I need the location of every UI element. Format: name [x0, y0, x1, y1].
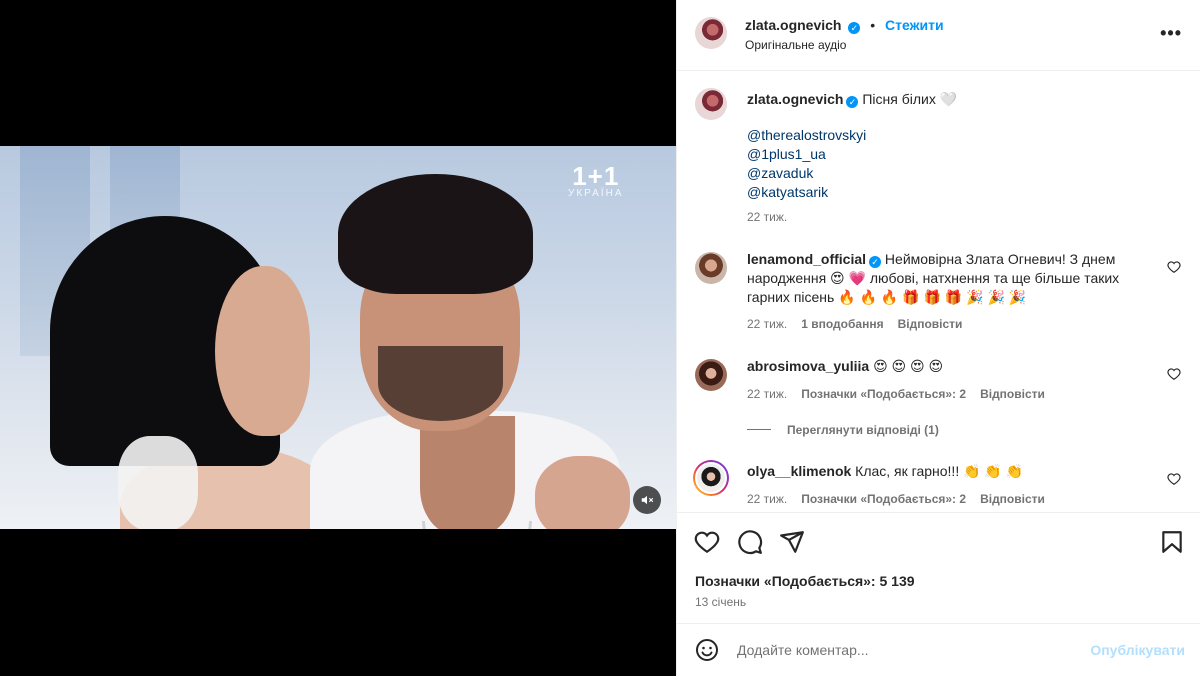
reply-button[interactable]: Відповісти: [898, 317, 963, 331]
caption-username[interactable]: zlata.ognevich: [747, 91, 843, 107]
view-replies-label: Переглянути відповіді (1): [787, 423, 939, 437]
comment-body: olya__klimenok Клас, як гарно!!! 👏 👏 👏: [747, 462, 1157, 481]
likes-count[interactable]: Позначки «Подобається»: 5 139: [695, 573, 915, 589]
comment-icon[interactable]: [737, 529, 763, 555]
comment-body: lenamond_official ✓ Неймовірна Злата Огне…: [747, 250, 1157, 307]
comment-time[interactable]: 22 тиж.: [747, 317, 787, 331]
caption-text-line: zlata.ognevich ✓ Пісня білих 🤍: [747, 90, 1157, 109]
publish-button[interactable]: Опублікувати: [1090, 642, 1185, 658]
mention-link[interactable]: @therealostrovskyi: [747, 126, 866, 145]
reply-button[interactable]: Відповісти: [980, 387, 1045, 401]
comment-text: 😍 😍 😍 😍: [873, 358, 944, 374]
verified-badge-icon: ✓: [848, 22, 861, 34]
comment-item: lenamond_official ✓ Неймовірна Злата Огне…: [695, 250, 1185, 332]
comment-meta: 22 тиж. 1 вподобання Відповісти: [747, 317, 962, 331]
video-figure-man-hair: [338, 174, 533, 294]
video-figure-woman-face: [215, 266, 310, 436]
media-area: 1+1 УКРАЇНА: [0, 0, 676, 676]
video-figure-man-neck: [420, 416, 515, 529]
like-comment-heart-icon[interactable]: [1167, 367, 1181, 381]
comment-input[interactable]: Додайте коментар...: [737, 642, 869, 658]
comment-likes[interactable]: Позначки «Подобається»: 2: [801, 492, 966, 506]
comment-likes[interactable]: Позначки «Подобається»: 2: [801, 387, 966, 401]
comment-meta: 22 тиж. Позначки «Подобається»: 2 Відповіс…: [747, 387, 1045, 401]
story-ring[interactable]: [693, 460, 729, 496]
caption-time[interactable]: 22 тиж.: [747, 210, 787, 224]
channel-logo-sub: УКРАЇНА: [568, 188, 624, 199]
comment-text: Клас, як гарно!!! 👏 👏 👏: [855, 463, 1024, 479]
video-necklace: [422, 521, 532, 529]
author-avatar[interactable]: [695, 17, 727, 49]
like-comment-heart-icon[interactable]: [1167, 472, 1181, 486]
author-username[interactable]: zlata.ognevich: [745, 17, 841, 33]
commenter-avatar[interactable]: [695, 359, 727, 391]
mention-link[interactable]: @1plus1_ua: [747, 145, 866, 164]
post-date[interactable]: 13 січень: [695, 595, 746, 609]
commenter-avatar[interactable]: [695, 252, 727, 284]
mention-link[interactable]: @katyatsarik: [747, 183, 866, 202]
verified-badge-icon: ✓: [869, 256, 882, 268]
separator-bullet: •: [870, 17, 876, 33]
reply-button[interactable]: Відповісти: [980, 492, 1045, 506]
replies-divider: [747, 429, 771, 430]
bookmark-icon[interactable]: [1159, 529, 1185, 555]
audio-label[interactable]: Оригінальне аудіо: [745, 38, 846, 52]
comment-item: abrosimova_yuliia 😍 😍 😍 😍 22 тиж. Позначк…: [695, 357, 1185, 437]
post-side-panel: zlata.ognevich ✓ • Стежити Оригінальне а…: [676, 0, 1200, 676]
comment-username[interactable]: lenamond_official: [747, 251, 866, 267]
comment-meta: 22 тиж. Позначки «Подобається»: 2 Відповіс…: [747, 492, 1045, 506]
more-options-icon[interactable]: •••: [1160, 23, 1182, 44]
comment-composer: Додайте коментар... Опублікувати: [677, 623, 1200, 676]
mention-link[interactable]: @zavaduk: [747, 164, 866, 183]
author-line: zlata.ognevich ✓ • Стежити: [745, 17, 944, 34]
caption: zlata.ognevich ✓ Пісня білих 🤍 @therealos…: [695, 88, 1185, 228]
caption-mentions: @therealostrovskyi @1plus1_ua @zavaduk @…: [747, 126, 866, 202]
speaker-muted-icon: [641, 495, 654, 505]
comment-time[interactable]: 22 тиж.: [747, 387, 787, 401]
follow-button[interactable]: Стежити: [885, 17, 944, 33]
post-actions: Позначки «Подобається»: 5 139 13 січень: [677, 512, 1200, 622]
post-header: zlata.ognevich ✓ • Стежити Оригінальне а…: [677, 0, 1200, 71]
channel-logo: 1+1 УКРАЇНА: [568, 161, 624, 199]
channel-logo-main: 1+1: [572, 161, 620, 191]
commenter-avatar: [695, 462, 727, 494]
comment-time[interactable]: 22 тиж.: [747, 492, 787, 506]
comment-username[interactable]: olya__klimenok: [747, 463, 851, 479]
video-glove: [118, 436, 198, 529]
video-hand: [535, 456, 630, 529]
comment-item: olya__klimenok Клас, як гарно!!! 👏 👏 👏 2…: [693, 460, 1185, 512]
comment-body: abrosimova_yuliia 😍 😍 😍 😍: [747, 357, 1157, 376]
caption-avatar[interactable]: [695, 88, 727, 120]
verified-badge-icon: ✓: [846, 96, 859, 108]
mute-button[interactable]: [633, 486, 661, 514]
post-dialog: 1+1 УКРАЇНА zlata.ognevich ✓ • Стежити О…: [0, 0, 1200, 676]
emoji-icon[interactable]: [695, 638, 719, 662]
comment-username[interactable]: abrosimova_yuliia: [747, 358, 869, 374]
comments-list: zlata.ognevich ✓ Пісня білих 🤍 @therealos…: [677, 72, 1200, 512]
like-comment-heart-icon[interactable]: [1167, 260, 1181, 274]
video-figure-man-beard: [378, 346, 503, 421]
view-replies-button[interactable]: Переглянути відповіді (1): [747, 423, 939, 437]
heart-icon[interactable]: [694, 529, 720, 555]
caption-text: Пісня білих 🤍: [862, 91, 958, 107]
video-player[interactable]: 1+1 УКРАЇНА: [0, 146, 676, 529]
share-icon[interactable]: [779, 529, 805, 555]
comment-likes[interactable]: 1 вподобання: [801, 317, 883, 331]
